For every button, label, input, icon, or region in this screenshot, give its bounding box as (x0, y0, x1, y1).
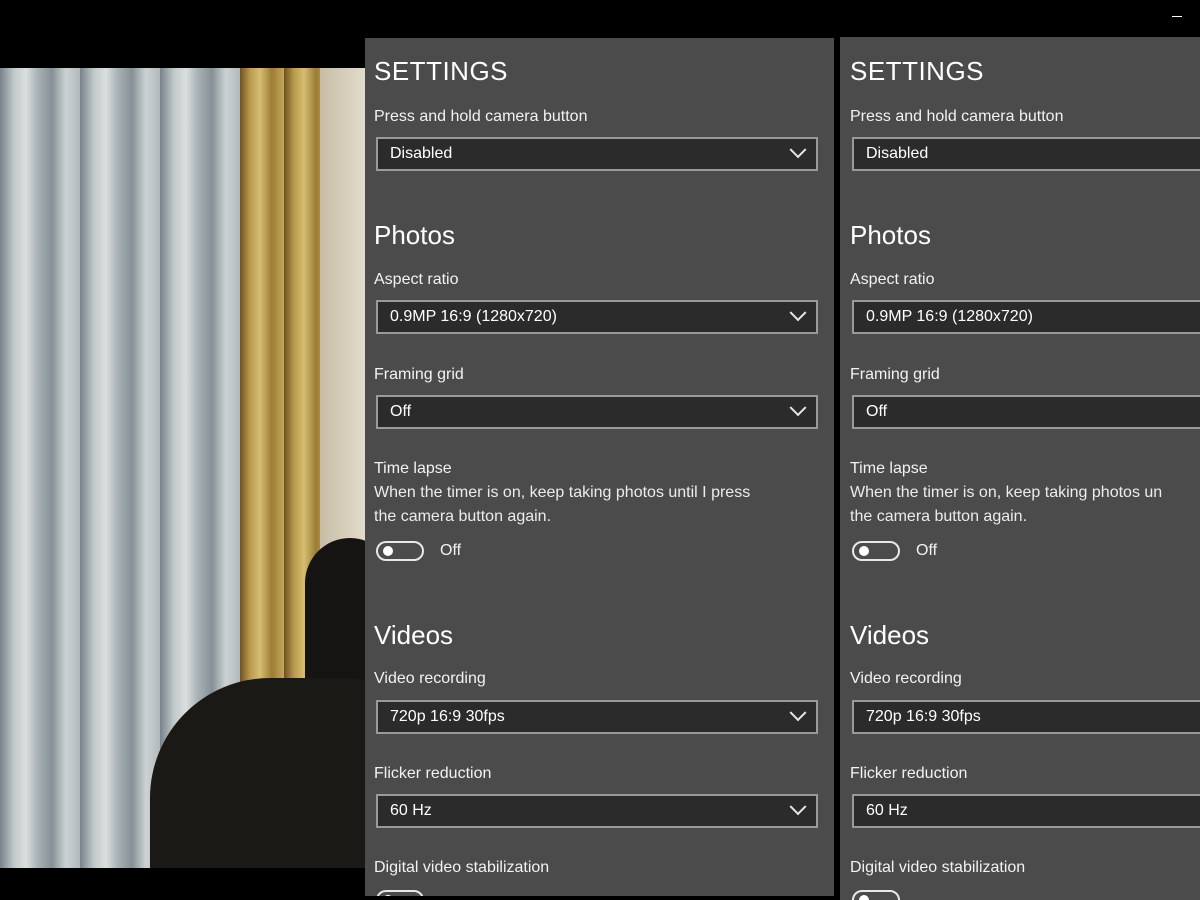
flicker-value: 60 Hz (866, 802, 908, 819)
time-lapse-desc-line1: When the timer is on, keep taking photos… (850, 484, 1163, 501)
press-hold-dropdown[interactable]: Disabled (376, 137, 818, 171)
settings-panel: SETTINGS Press and hold camera button Di… (365, 38, 834, 896)
aspect-ratio-value: 0.9MP 16:9 (1280x720) (390, 308, 557, 325)
framing-grid-label: Framing grid (850, 366, 940, 383)
framing-grid-label: Framing grid (374, 366, 464, 383)
time-lapse-toggle[interactable] (852, 541, 900, 561)
flicker-label: Flicker reduction (374, 765, 492, 782)
video-recording-label: Video recording (374, 670, 486, 687)
press-hold-dropdown[interactable]: Disabled (852, 137, 1200, 171)
time-lapse-desc-line1: When the timer is on, keep taking photos… (374, 484, 751, 501)
aspect-ratio-dropdown[interactable]: 0.9MP 16:9 (1280x720) (376, 300, 818, 334)
video-recording-dropdown[interactable]: 720p 16:9 30fps (852, 700, 1200, 734)
aspect-ratio-dropdown[interactable]: 0.9MP 16:9 (1280x720) (852, 300, 1200, 334)
framing-grid-dropdown[interactable]: Off (852, 395, 1200, 429)
time-lapse-state: Off (440, 542, 462, 559)
flicker-label: Flicker reduction (850, 765, 968, 782)
settings-title: SETTINGS (850, 56, 985, 86)
toggle-knob (383, 895, 393, 896)
videos-title: Videos (374, 620, 454, 650)
press-hold-label: Press and hold camera button (374, 108, 588, 125)
photos-title: Photos (374, 220, 455, 250)
framing-grid-value: Off (866, 403, 888, 420)
photos-title: Photos (850, 220, 931, 250)
stabilization-toggle[interactable] (852, 890, 900, 900)
chevron-down-icon (789, 798, 807, 816)
time-lapse-desc-line2: the camera button again. (374, 508, 552, 525)
videos-title: Videos (850, 620, 930, 650)
chevron-down-icon (789, 304, 807, 322)
aspect-ratio-value: 0.9MP 16:9 (1280x720) (866, 308, 1033, 325)
video-recording-dropdown[interactable]: 720p 16:9 30fps (376, 700, 818, 734)
flicker-value: 60 Hz (390, 802, 432, 819)
time-lapse-label: Time lapse (850, 460, 928, 477)
press-hold-value: Disabled (390, 145, 453, 162)
time-lapse-state: Off (916, 542, 938, 559)
video-recording-value: 720p 16:9 30fps (390, 708, 505, 725)
camera-preview (0, 68, 365, 868)
stabilization-toggle[interactable] (376, 890, 424, 896)
stabilization-label: Digital video stabilization (850, 859, 1026, 876)
settings-title: SETTINGS (374, 56, 509, 86)
flicker-dropdown[interactable]: 60 Hz (376, 794, 818, 828)
toggle-knob (859, 895, 869, 900)
press-hold-value: Disabled (866, 145, 929, 162)
aspect-ratio-label: Aspect ratio (850, 271, 935, 288)
aspect-ratio-label: Aspect ratio (374, 271, 459, 288)
time-lapse-toggle[interactable] (376, 541, 424, 561)
toggle-knob (859, 546, 869, 556)
framing-grid-dropdown[interactable]: Off (376, 395, 818, 429)
press-hold-label: Press and hold camera button (850, 108, 1064, 125)
chevron-down-icon (789, 399, 807, 417)
settings-panel-duplicate: SETTINGS Press and hold camera button Di… (840, 37, 1200, 900)
video-recording-label: Video recording (850, 670, 962, 687)
toggle-knob (383, 546, 393, 556)
minimize-icon[interactable] (1172, 16, 1182, 17)
flicker-dropdown[interactable]: 60 Hz (852, 794, 1200, 828)
video-recording-value: 720p 16:9 30fps (866, 708, 981, 725)
time-lapse-desc-line2: the camera button again. (850, 508, 1028, 525)
chevron-down-icon (789, 704, 807, 722)
time-lapse-label: Time lapse (374, 460, 452, 477)
chevron-down-icon (789, 141, 807, 159)
framing-grid-value: Off (390, 403, 412, 420)
stabilization-label: Digital video stabilization (374, 859, 550, 876)
